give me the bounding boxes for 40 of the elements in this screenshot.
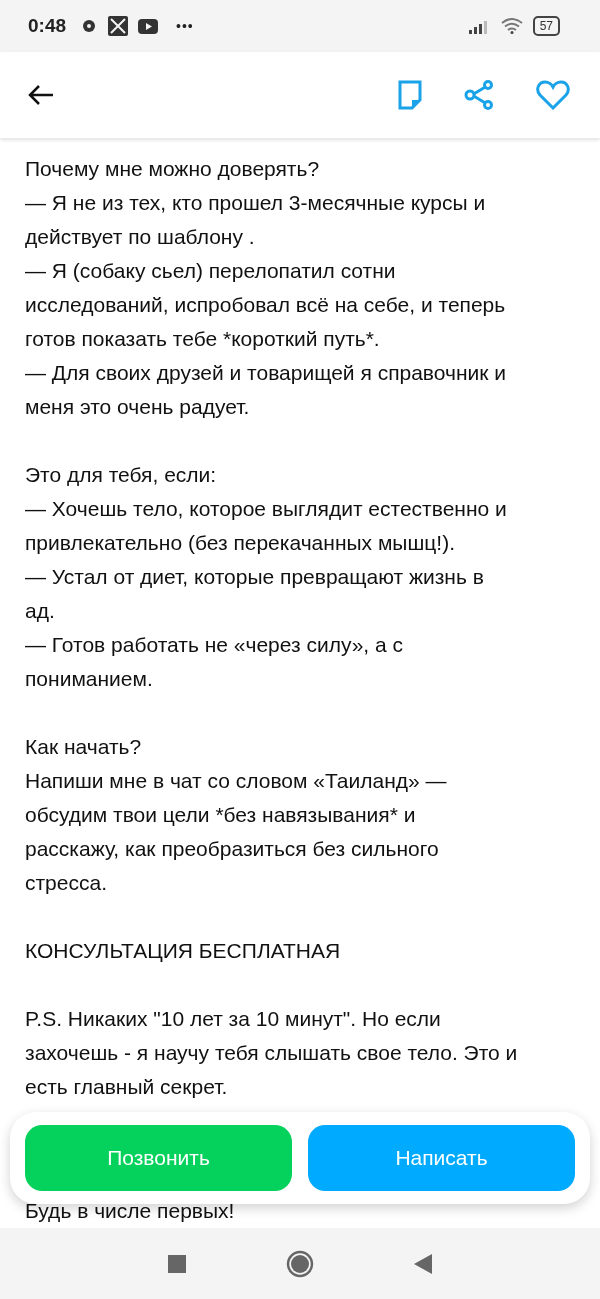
- text-line: действует по шаблону .: [25, 224, 255, 250]
- text-line: Напиши мне в чат со словом «Таиланд» —: [25, 768, 447, 794]
- text-line: Почему мне можно доверять?: [25, 156, 320, 182]
- note-icon[interactable]: [398, 80, 422, 110]
- text-line: есть главный секрет.: [25, 1074, 228, 1100]
- text-line: Будь в числе первых!: [25, 1199, 235, 1223]
- heart-icon[interactable]: [536, 80, 570, 110]
- status-time: 0:48: [28, 15, 67, 37]
- wifi-icon: [500, 18, 523, 34]
- text-line: — Я не из тех, кто прошел 3-месячные курсы и: [25, 190, 486, 216]
- text-line: исследований, испробовал всё на себе, и теперь: [25, 292, 506, 318]
- text-line: Как начать?: [25, 734, 142, 760]
- text-line: КОНСУЛЬТАЦИЯ БЕСПЛАТНАЯ: [25, 938, 341, 964]
- back-icon[interactable]: [414, 1253, 432, 1274]
- app-icon: [108, 16, 129, 36]
- text-line: захочешь - я научу тебя слышать свое тело. Это и: [25, 1040, 518, 1066]
- text-line: — Хочешь тело, которое выглядит естественно и: [25, 496, 507, 522]
- back-arrow-icon[interactable]: [28, 84, 54, 106]
- text-line: — Устал от диет, которые превращают жизнь в: [25, 564, 484, 590]
- call-button[interactable]: Позвонить: [25, 1125, 292, 1191]
- share-icon[interactable]: [464, 80, 494, 110]
- text-line: расскажу, как преобразиться без сильного: [25, 836, 439, 862]
- recents-icon[interactable]: [168, 1254, 186, 1273]
- text-line: Это для тебя, если:: [25, 462, 217, 488]
- message-button[interactable]: Написать: [308, 1125, 575, 1191]
- text-line: — Для своих друзей и товарищей я справочник и: [25, 360, 507, 386]
- text-line: привлекательно (без перекачанных мышц!).: [25, 530, 455, 556]
- text-line: — Готов работать не «через силу», а с: [25, 632, 404, 658]
- text-line: готов показать тебе *короткий путь*.: [25, 326, 380, 352]
- text-line: меня это очень радует.: [25, 394, 250, 420]
- battery-indicator: 57: [532, 16, 560, 36]
- more-indicator: •••: [176, 18, 194, 34]
- home-icon[interactable]: [286, 1249, 314, 1278]
- video-icon: [138, 18, 159, 34]
- text-line: пониманием.: [25, 666, 153, 692]
- text-line: P.S. Никаких "10 лет за 10 минут". Но если: [25, 1006, 441, 1032]
- text-line: обсудим твои цели *без навязывания* и: [25, 802, 416, 828]
- text-line: стресса.: [25, 870, 107, 896]
- text-line: — Я (собаку сьел) перелопатил сотни: [25, 258, 396, 284]
- text-line: ад.: [25, 598, 55, 624]
